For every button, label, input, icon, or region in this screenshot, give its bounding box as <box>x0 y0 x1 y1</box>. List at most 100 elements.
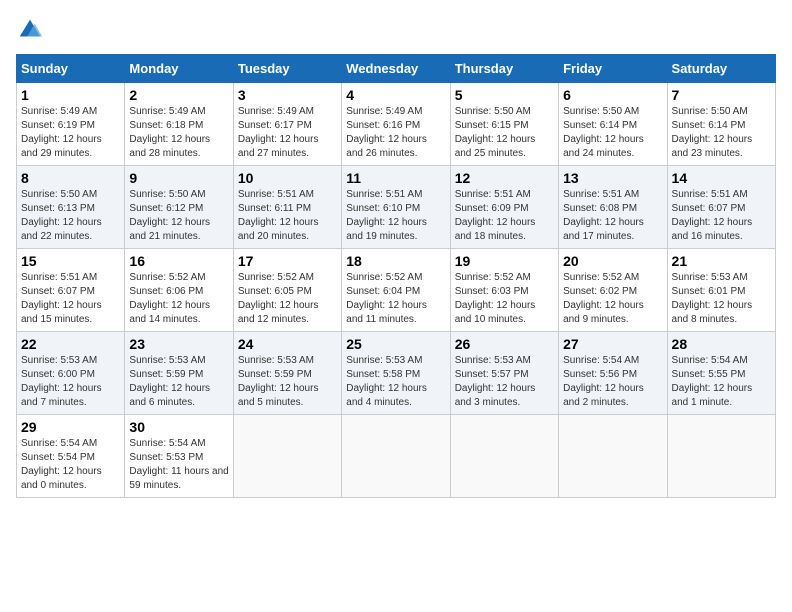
day-info: Sunrise: 5:53 AMSunset: 5:59 PMDaylight:… <box>129 354 228 410</box>
calendar-cell: 6 Sunrise: 5:50 AMSunset: 6:14 PMDaylight… <box>559 83 667 166</box>
calendar-cell: 23Sunrise: 5:53 AMSunset: 5:59 PMDayligh… <box>125 332 233 415</box>
day-info: Sunrise: 5:54 AMSunset: 5:54 PMDaylight:… <box>21 437 120 493</box>
day-info: Sunrise: 5:53 AMSunset: 6:01 PMDaylight:… <box>672 271 771 327</box>
day-number: 1 <box>21 87 120 103</box>
calendar-cell <box>233 415 341 498</box>
day-info: Sunrise: 5:52 AMSunset: 6:04 PMDaylight:… <box>346 271 445 327</box>
day-number: 25 <box>346 336 445 352</box>
calendar-cell: 16Sunrise: 5:52 AMSunset: 6:06 PMDayligh… <box>125 249 233 332</box>
day-number: 13 <box>563 170 662 186</box>
calendar-cell: 30Sunrise: 5:54 AMSunset: 5:53 PMDayligh… <box>125 415 233 498</box>
day-number: 28 <box>672 336 771 352</box>
day-number: 12 <box>455 170 554 186</box>
calendar-cell: 20 Sunrise: 5:52 AMSunset: 6:02 PMDayligh… <box>559 249 667 332</box>
calendar-cell <box>450 415 558 498</box>
calendar-row: 22 Sunrise: 5:53 AMSunset: 6:00 PMDayligh… <box>17 332 776 415</box>
header-wednesday: Wednesday <box>342 55 450 83</box>
calendar-cell: 4Sunrise: 5:49 AMSunset: 6:16 PMDaylight… <box>342 83 450 166</box>
calendar-cell: 3Sunrise: 5:49 AMSunset: 6:17 PMDaylight… <box>233 83 341 166</box>
logo-icon <box>16 16 44 44</box>
day-number: 9 <box>129 170 228 186</box>
calendar-cell: 18 Sunrise: 5:52 AMSunset: 6:04 PMDayligh… <box>342 249 450 332</box>
header-thursday: Thursday <box>450 55 558 83</box>
day-info: Sunrise: 5:51 AMSunset: 6:08 PMDaylight:… <box>563 188 662 244</box>
day-info: Sunrise: 5:53 AMSunset: 5:58 PMDaylight:… <box>346 354 445 410</box>
logo <box>16 16 48 44</box>
calendar-cell: 19 Sunrise: 5:52 AMSunset: 6:03 PMDayligh… <box>450 249 558 332</box>
calendar-cell: 2 Sunrise: 5:49 AMSunset: 6:18 PMDaylight… <box>125 83 233 166</box>
day-number: 11 <box>346 170 445 186</box>
day-number: 15 <box>21 253 120 269</box>
day-info: Sunrise: 5:52 AMSunset: 6:06 PMDaylight:… <box>129 271 228 327</box>
day-number: 21 <box>672 253 771 269</box>
day-info: Sunrise: 5:50 AMSunset: 6:14 PMDaylight:… <box>563 105 662 161</box>
day-info: Sunrise: 5:52 AMSunset: 6:02 PMDaylight:… <box>563 271 662 327</box>
calendar-cell: 14 Sunrise: 5:51 AMSunset: 6:07 PMDayligh… <box>667 166 775 249</box>
day-info: Sunrise: 5:50 AMSunset: 6:13 PMDaylight:… <box>21 188 120 244</box>
day-info: Sunrise: 5:49 AMSunset: 6:19 PMDaylight:… <box>21 105 120 161</box>
day-number: 5 <box>455 87 554 103</box>
calendar-row: 1 Sunrise: 5:49 AMSunset: 6:19 PMDaylight… <box>17 83 776 166</box>
header-saturday: Saturday <box>667 55 775 83</box>
calendar-cell: 1 Sunrise: 5:49 AMSunset: 6:19 PMDaylight… <box>17 83 125 166</box>
day-number: 20 <box>563 253 662 269</box>
header-sunday: Sunday <box>17 55 125 83</box>
day-info: Sunrise: 5:49 AMSunset: 6:16 PMDaylight:… <box>346 105 445 161</box>
day-number: 14 <box>672 170 771 186</box>
calendar-cell <box>342 415 450 498</box>
day-info: Sunrise: 5:53 AMSunset: 6:00 PMDaylight:… <box>21 354 120 410</box>
calendar-cell: 13 Sunrise: 5:51 AMSunset: 6:08 PMDayligh… <box>559 166 667 249</box>
calendar-cell: 10 Sunrise: 5:51 AMSunset: 6:11 PMDayligh… <box>233 166 341 249</box>
header-monday: Monday <box>125 55 233 83</box>
calendar-cell <box>559 415 667 498</box>
calendar-cell <box>667 415 775 498</box>
calendar-cell: 5 Sunrise: 5:50 AMSunset: 6:15 PMDaylight… <box>450 83 558 166</box>
calendar-cell: 27Sunrise: 5:54 AMSunset: 5:56 PMDayligh… <box>559 332 667 415</box>
calendar-row: 29 Sunrise: 5:54 AMSunset: 5:54 PMDayligh… <box>17 415 776 498</box>
day-number: 6 <box>563 87 662 103</box>
day-info: Sunrise: 5:51 AMSunset: 6:07 PMDaylight:… <box>21 271 120 327</box>
day-info: Sunrise: 5:53 AMSunset: 5:59 PMDaylight:… <box>238 354 337 410</box>
calendar-cell: 11 Sunrise: 5:51 AMSunset: 6:10 PMDayligh… <box>342 166 450 249</box>
day-number: 24 <box>238 336 337 352</box>
header-tuesday: Tuesday <box>233 55 341 83</box>
day-info: Sunrise: 5:51 AMSunset: 6:10 PMDaylight:… <box>346 188 445 244</box>
calendar-cell: 21 Sunrise: 5:53 AMSunset: 6:01 PMDayligh… <box>667 249 775 332</box>
calendar-row: 8Sunrise: 5:50 AMSunset: 6:13 PMDaylight… <box>17 166 776 249</box>
calendar-cell: 12 Sunrise: 5:51 AMSunset: 6:09 PMDayligh… <box>450 166 558 249</box>
day-info: Sunrise: 5:51 AMSunset: 6:11 PMDaylight:… <box>238 188 337 244</box>
day-number: 29 <box>21 419 120 435</box>
day-number: 7 <box>672 87 771 103</box>
calendar-cell: 17 Sunrise: 5:52 AMSunset: 6:05 PMDayligh… <box>233 249 341 332</box>
day-info: Sunrise: 5:50 AMSunset: 6:12 PMDaylight:… <box>129 188 228 244</box>
day-number: 3 <box>238 87 337 103</box>
calendar-cell: 9 Sunrise: 5:50 AMSunset: 6:12 PMDaylight… <box>125 166 233 249</box>
day-number: 18 <box>346 253 445 269</box>
day-info: Sunrise: 5:54 AMSunset: 5:53 PMDaylight:… <box>129 437 228 493</box>
day-number: 2 <box>129 87 228 103</box>
header-row: SundayMondayTuesdayWednesdayThursdayFrid… <box>17 55 776 83</box>
day-info: Sunrise: 5:49 AMSunset: 6:18 PMDaylight:… <box>129 105 228 161</box>
day-info: Sunrise: 5:52 AMSunset: 6:05 PMDaylight:… <box>238 271 337 327</box>
day-info: Sunrise: 5:51 AMSunset: 6:07 PMDaylight:… <box>672 188 771 244</box>
calendar-cell: 7 Sunrise: 5:50 AMSunset: 6:14 PMDaylight… <box>667 83 775 166</box>
header <box>16 16 776 44</box>
day-info: Sunrise: 5:50 AMSunset: 6:15 PMDaylight:… <box>455 105 554 161</box>
day-number: 10 <box>238 170 337 186</box>
calendar-cell: 26 Sunrise: 5:53 AMSunset: 5:57 PMDayligh… <box>450 332 558 415</box>
day-info: Sunrise: 5:50 AMSunset: 6:14 PMDaylight:… <box>672 105 771 161</box>
calendar-row: 15 Sunrise: 5:51 AMSunset: 6:07 PMDayligh… <box>17 249 776 332</box>
day-info: Sunrise: 5:54 AMSunset: 5:55 PMDaylight:… <box>672 354 771 410</box>
day-info: Sunrise: 5:53 AMSunset: 5:57 PMDaylight:… <box>455 354 554 410</box>
day-info: Sunrise: 5:54 AMSunset: 5:56 PMDaylight:… <box>563 354 662 410</box>
day-info: Sunrise: 5:51 AMSunset: 6:09 PMDaylight:… <box>455 188 554 244</box>
day-info: Sunrise: 5:52 AMSunset: 6:03 PMDaylight:… <box>455 271 554 327</box>
header-friday: Friday <box>559 55 667 83</box>
day-number: 26 <box>455 336 554 352</box>
calendar-cell: 29 Sunrise: 5:54 AMSunset: 5:54 PMDayligh… <box>17 415 125 498</box>
calendar-table: SundayMondayTuesdayWednesdayThursdayFrid… <box>16 54 776 498</box>
day-number: 19 <box>455 253 554 269</box>
day-number: 22 <box>21 336 120 352</box>
day-number: 17 <box>238 253 337 269</box>
calendar-cell: 24 Sunrise: 5:53 AMSunset: 5:59 PMDayligh… <box>233 332 341 415</box>
